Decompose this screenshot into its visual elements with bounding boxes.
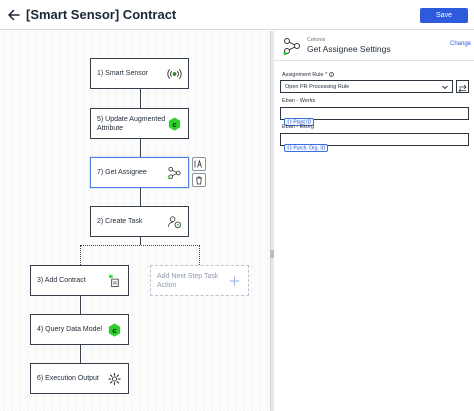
chip-label: Purch. Org. ID	[293, 145, 326, 151]
branch-connector	[199, 245, 200, 265]
gear-icon	[108, 372, 121, 385]
plant-id-field[interactable]: Plant ID	[280, 107, 469, 126]
assignment-rule-label-text: Assignment Rule *	[282, 72, 328, 78]
back-arrow-icon[interactable]	[6, 7, 22, 23]
save-button[interactable]: Save	[420, 8, 468, 23]
node-label: 1) Smart Sensor	[97, 70, 148, 77]
connector-line	[140, 188, 141, 206]
chevron-down-icon	[442, 85, 448, 90]
swap-button[interactable]	[456, 80, 469, 93]
panel-title: Get Assignee Settings	[307, 44, 391, 54]
node-label: 7) Get Assignee	[97, 169, 147, 176]
add-contract-icon	[108, 273, 119, 287]
connector-line	[140, 139, 141, 157]
page-title: [Smart Sensor] Contract	[26, 7, 177, 22]
field-label-eban-werks: Eban - Werks	[282, 98, 316, 104]
celonis-c-icon: c	[108, 322, 121, 337]
field-label-eban-ekorg: Eban - Ekorg	[282, 124, 315, 130]
panel-header: Celonis Get Assignee Settings Change	[274, 31, 474, 61]
flow-node-smart-sensor[interactable]: 1) Smart Sensor	[90, 58, 189, 89]
top-bar: [Smart Sensor] Contract Save	[0, 0, 474, 30]
svg-text:c: c	[172, 119, 176, 128]
node-label: 4) Query Data Model	[37, 326, 102, 333]
text-field-button[interactable]	[192, 157, 206, 171]
variable-icon	[287, 118, 292, 124]
assignee-network-icon	[283, 38, 300, 56]
purch-org-id-field[interactable]: Purch. Org. ID	[280, 133, 469, 152]
connector-line	[140, 237, 141, 245]
swap-arrows-icon	[458, 84, 467, 93]
assignee-network-icon	[168, 166, 181, 179]
svg-text:c: c	[112, 325, 116, 334]
celonis-c-icon: c	[168, 116, 181, 131]
node-label: 6) Execution Output	[37, 375, 99, 382]
flow-node-execution-output[interactable]: 6) Execution Output	[30, 363, 129, 394]
flow-node-add-contract[interactable]: 3) Add Contract	[30, 265, 129, 296]
purch-org-id-chip[interactable]: Purch. Org. ID	[284, 143, 329, 152]
assignment-rule-label: Assignment Rule * i	[282, 72, 335, 78]
variable-icon	[287, 144, 292, 150]
sensor-icon	[167, 68, 182, 79]
flow-node-get-assignee[interactable]: 7) Get Assignee	[90, 157, 189, 188]
connector-line	[140, 89, 141, 108]
node-label: 2) Create Task	[97, 218, 143, 225]
assignment-rule-select[interactable]: Open PR Processing Rule	[280, 80, 453, 93]
flow-node-query-data-model[interactable]: 4) Query Data Model c	[30, 314, 129, 345]
change-link[interactable]: Change	[450, 41, 471, 47]
add-next-step-placeholder[interactable]: Add Next Step Task Action	[150, 265, 249, 296]
panel-subtitle: Celonis	[307, 37, 326, 43]
connector-line	[80, 345, 81, 363]
plus-icon	[229, 275, 240, 286]
text-field-icon	[194, 159, 202, 168]
assignment-rule-value: Open PR Processing Rule	[285, 83, 350, 90]
create-task-icon	[167, 215, 182, 228]
delete-button[interactable]	[192, 173, 206, 187]
branch-connector	[80, 245, 200, 246]
flow-node-update-augmented-attribute[interactable]: 5) Update Augmented Attribute c	[90, 108, 189, 139]
trash-icon	[196, 176, 202, 185]
info-icon[interactable]: i	[329, 72, 335, 78]
flow-node-create-task[interactable]: 2) Create Task	[90, 206, 189, 237]
settings-panel: Celonis Get Assignee Settings Change Ass…	[274, 31, 474, 411]
connector-line	[80, 296, 81, 314]
node-label: 3) Add Contract	[37, 277, 86, 284]
branch-connector	[80, 245, 81, 265]
node-label: 5) Update Augmented Attribute	[97, 115, 166, 132]
placeholder-label: Add Next Step Task Action	[157, 272, 219, 289]
